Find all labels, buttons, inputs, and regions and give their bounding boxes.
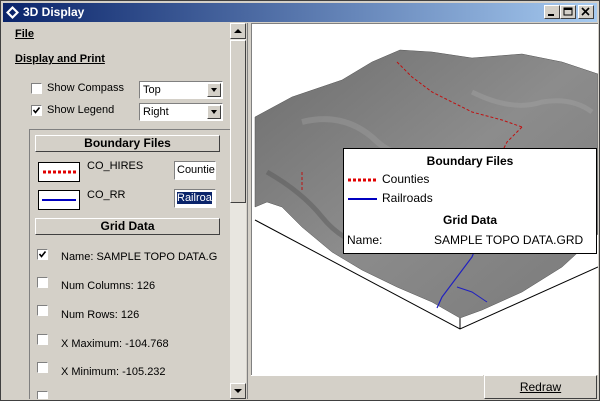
display-print-header: Display and Print	[15, 53, 105, 65]
railroads-line-icon	[348, 198, 377, 200]
map-legend: Boundary Files Counties Railroads Grid D…	[343, 148, 597, 254]
show-compass-checkbox[interactable]	[31, 83, 42, 94]
compass-position-select[interactable]: Top	[139, 81, 223, 99]
num-columns-label: Num Columns: 126	[61, 280, 156, 292]
legend-position-select[interactable]: Right	[139, 103, 223, 121]
chevron-down-icon	[211, 88, 217, 92]
window-title: 3D Display	[23, 5, 85, 19]
app-window: 3D Display File Display and Print Show C…	[0, 0, 600, 401]
grid-name-label: Name: SAMPLE TOPO DATA.G	[61, 251, 218, 263]
boundary-files-header: Boundary Files	[35, 135, 220, 152]
legend-position-value: Right	[143, 106, 169, 118]
legend-counties-label: Counties	[382, 172, 430, 186]
minimize-button[interactable]	[544, 5, 560, 19]
num-rows-label: Num Rows: 126	[61, 309, 140, 321]
scroll-thumb[interactable]	[230, 40, 246, 203]
minimize-icon	[548, 14, 554, 16]
num-columns-checkbox[interactable]	[37, 277, 48, 288]
next-option-checkbox[interactable]	[37, 391, 48, 399]
x-minimum-checkbox[interactable]	[37, 362, 48, 373]
maximize-button[interactable]	[560, 5, 576, 19]
x-maximum-checkbox[interactable]	[37, 334, 48, 345]
boundary-file-name: CO_HIRES	[87, 160, 144, 172]
legend-name-label: Name:	[347, 233, 383, 247]
railroads-swatch[interactable]	[38, 190, 80, 210]
counties-swatch[interactable]	[38, 162, 80, 182]
legend-name-value: SAMPLE TOPO DATA.GRD	[434, 233, 584, 247]
close-button[interactable]	[578, 5, 594, 19]
legend-railroads-label: Railroads	[382, 191, 433, 205]
chevron-down-icon	[211, 110, 217, 114]
show-compass-label: Show Compass	[47, 82, 125, 94]
boundary-label-input[interactable]: Railroa	[174, 189, 216, 208]
close-icon	[581, 7, 590, 16]
options-panel: File Display and Print Show Compass Top …	[3, 23, 248, 399]
compass-position-value: Top	[143, 84, 161, 96]
solid-line-icon	[42, 199, 76, 201]
3d-view[interactable]: Boundary Files Counties Railroads Grid D…	[251, 23, 598, 375]
grid-data-header: Grid Data	[35, 218, 220, 235]
scroll-down-icon	[234, 389, 242, 393]
legend-grid-title: Grid Data	[442, 213, 497, 227]
boundary-file-name: CO_RR	[87, 189, 126, 201]
counties-line-icon	[348, 178, 377, 182]
check-icon	[32, 107, 41, 114]
redraw-button[interactable]: Redraw	[484, 375, 597, 399]
dotted-line-icon	[43, 170, 76, 174]
x-maximum-label: X Maximum: -104.768	[61, 338, 169, 350]
legend-boundary-title: Boundary Files	[426, 154, 514, 168]
grid-name-checkbox[interactable]	[37, 249, 48, 260]
boundary-label-input[interactable]: Countie	[174, 161, 216, 180]
view-status-area	[251, 375, 483, 400]
file-menu[interactable]: File	[15, 28, 34, 40]
panel-scrollbar[interactable]	[230, 23, 246, 399]
maximize-icon	[563, 7, 573, 16]
title-bar: 3D Display	[3, 3, 597, 22]
app-icon	[6, 6, 19, 19]
show-legend-checkbox[interactable]	[31, 105, 42, 116]
num-rows-checkbox[interactable]	[37, 305, 48, 316]
x-minimum-label: X Minimum: -105.232	[61, 366, 166, 378]
scroll-up-button[interactable]	[230, 23, 246, 39]
scroll-down-button[interactable]	[230, 383, 246, 399]
scroll-up-icon	[234, 29, 242, 33]
show-legend-label: Show Legend	[47, 104, 115, 116]
check-icon	[38, 251, 47, 258]
